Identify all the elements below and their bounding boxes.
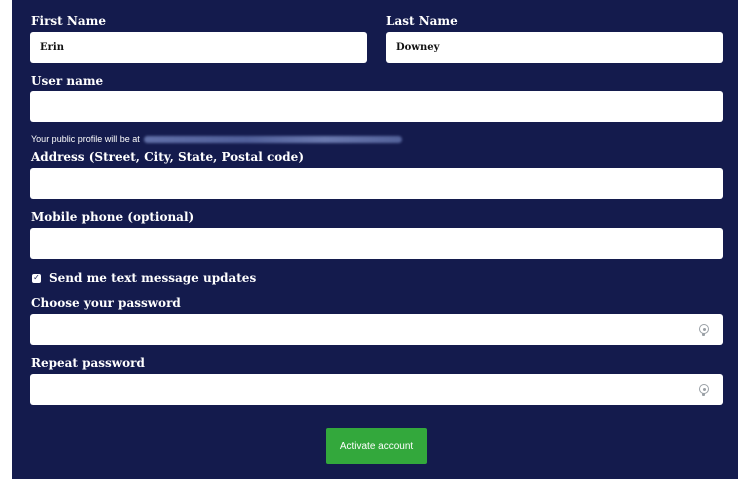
profile-url-hint-text: Your public profile will be at — [31, 134, 140, 144]
eye-icon[interactable] — [699, 324, 709, 336]
repeat-password-label: Repeat password — [31, 356, 145, 370]
address-label: Address (Street, City, State, Postal cod… — [31, 150, 304, 164]
mobile-phone-label: Mobile phone (optional) — [31, 210, 195, 224]
sms-updates-checkbox[interactable]: ✓ — [32, 273, 41, 283]
username-label: User name — [31, 74, 104, 88]
activate-account-button[interactable]: Activate account — [326, 428, 427, 464]
sms-updates-row[interactable]: ✓ Send me text message updates — [32, 271, 256, 285]
mobile-phone-field[interactable] — [30, 228, 723, 259]
last-name-label: Last Name — [386, 14, 458, 28]
password-label: Choose your password — [31, 296, 181, 310]
eye-icon[interactable] — [699, 384, 709, 396]
profile-url-redacted — [143, 136, 402, 144]
sms-updates-label: Send me text message updates — [49, 271, 257, 285]
last-name-field[interactable] — [386, 32, 723, 63]
username-field[interactable] — [30, 91, 723, 122]
first-name-label: First Name — [31, 14, 106, 28]
profile-url-hint: Your public profile will be at — [31, 134, 402, 144]
repeat-password-field[interactable] — [30, 374, 723, 405]
password-field[interactable] — [30, 314, 723, 345]
first-name-field[interactable] — [30, 32, 367, 63]
address-field[interactable] — [30, 168, 723, 199]
